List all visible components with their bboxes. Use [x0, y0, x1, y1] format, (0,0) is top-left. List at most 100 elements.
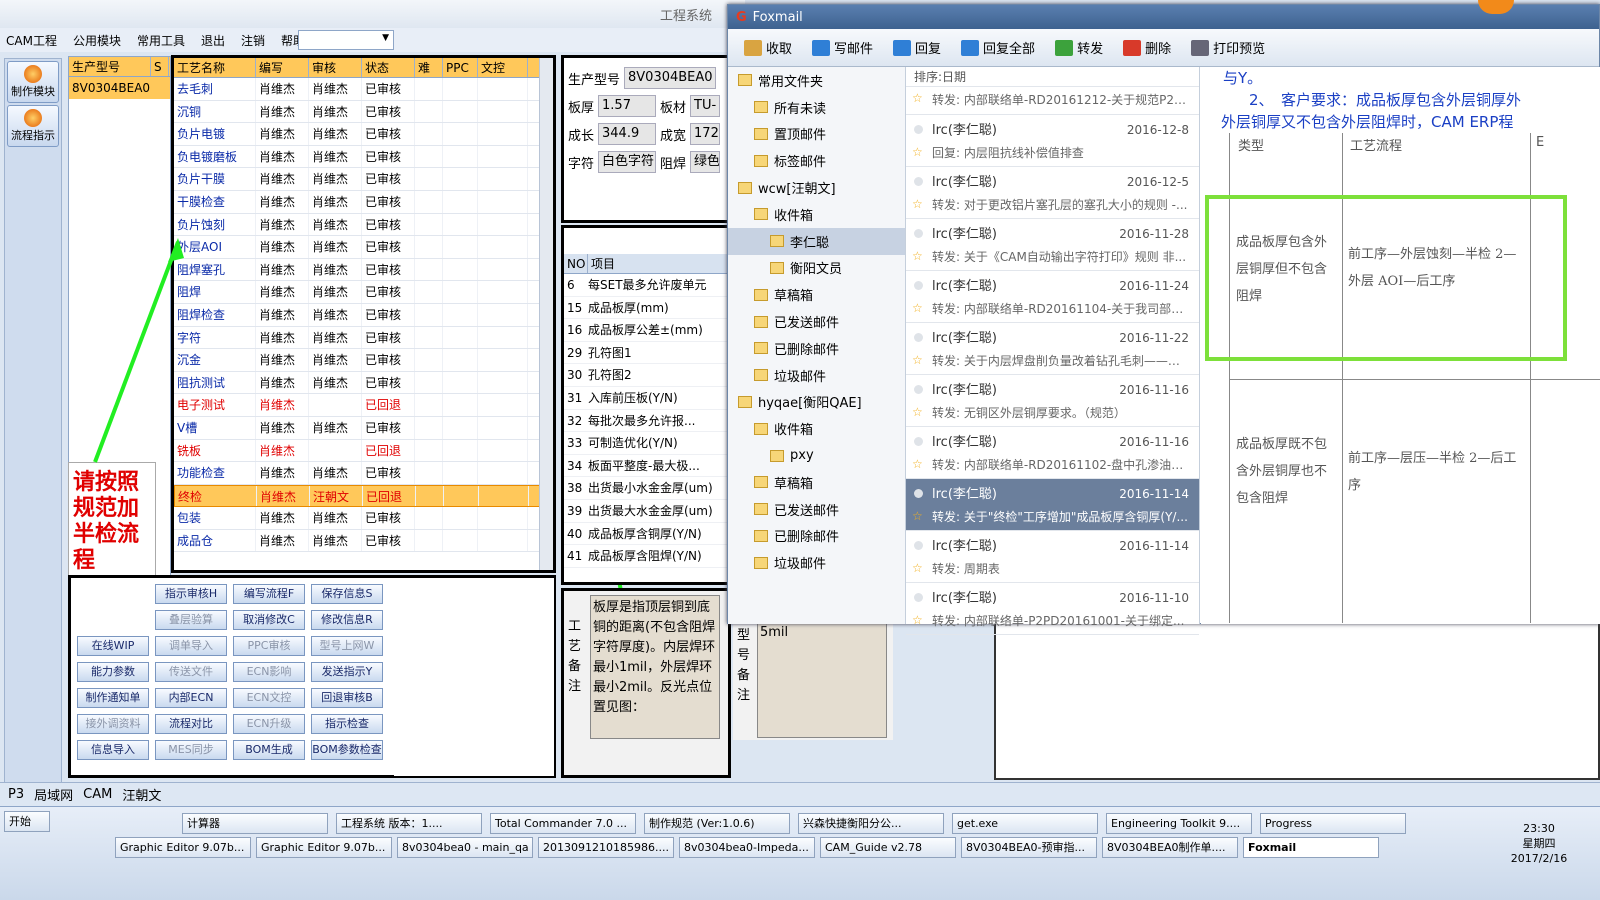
mail-item[interactable]: ☆ 转发: 内部联络单-RD20161212-关于规范P2厂...	[906, 87, 1199, 115]
toolbar-5-button[interactable]: 删除	[1123, 38, 1171, 57]
action-button[interactable]: 指示审核H	[155, 584, 227, 604]
action-button[interactable]: PPC审核	[233, 636, 305, 656]
action-button[interactable]: 能力参数	[77, 662, 149, 682]
action-button[interactable]: 调单导入	[155, 636, 227, 656]
action-button[interactable]: BOM生成	[233, 740, 305, 760]
nav-flow-guide[interactable]: 流程指示	[7, 105, 59, 147]
mail-item[interactable]: ☆ lrc(李仁聪) 2016-11-16 转发: 无铜区外层铜厚要求。（规范）	[906, 375, 1199, 427]
process-row[interactable]: 阻焊 肖维杰 肖维杰 已审核	[174, 281, 553, 304]
process-row[interactable]: 负片蚀刻 肖维杰 肖维杰 已审核	[174, 213, 553, 237]
param-row[interactable]: 30 孔符图2	[564, 364, 728, 387]
start-button[interactable]: 开始	[4, 811, 50, 832]
action-button[interactable]: 编写流程F	[233, 584, 305, 604]
folder-item[interactable]: 垃圾邮件	[728, 362, 905, 389]
col-item[interactable]: 项目	[588, 254, 728, 273]
folder-item[interactable]: hyqae[衡阳QAE]	[728, 389, 905, 416]
process-row[interactable]: 干膜检查 肖维杰 肖维杰 已审核	[174, 190, 553, 214]
star-icon[interactable]: ☆	[912, 197, 923, 211]
process-row[interactable]: 去毛刺 肖维杰 肖维杰 已审核	[174, 78, 553, 101]
action-button[interactable]: 信息导入	[77, 740, 149, 760]
folder-item[interactable]: 已删除邮件	[728, 523, 905, 550]
taskbar-item[interactable]: 制作规范 (Ver:1.0.6)	[644, 813, 790, 834]
process-scrollbar[interactable]	[539, 58, 553, 570]
taskbar-item[interactable]: Total Commander 7.0 ...	[490, 813, 636, 834]
folder-item[interactable]: 已删除邮件	[728, 335, 905, 362]
action-button[interactable]: MES同步	[155, 740, 227, 760]
star-icon[interactable]: ☆	[912, 249, 923, 263]
param-row[interactable]: 15 成品板厚(mm)	[564, 297, 728, 320]
folder-item[interactable]: wcw[汪朝文]	[728, 174, 905, 201]
menu-item[interactable]: 退出	[201, 32, 225, 49]
model-field[interactable]: 8V0304BEA0	[624, 67, 717, 89]
folder-item[interactable]: 已发送邮件	[728, 496, 905, 523]
star-icon[interactable]: ☆	[912, 457, 923, 471]
star-icon[interactable]: ☆	[912, 353, 923, 367]
toolbar-4-button[interactable]: 转发	[1055, 38, 1103, 57]
taskbar-item[interactable]: Progress	[1260, 813, 1406, 834]
status-item[interactable]: CAM	[83, 787, 112, 802]
star-icon[interactable]: ☆	[912, 561, 923, 575]
param-row[interactable]: 6 每SET最多允许废单元	[564, 274, 728, 297]
col-model[interactable]: 生产型号	[69, 57, 151, 76]
param-row[interactable]: 41 成品板厚含阻焊(Y/N)	[564, 545, 728, 568]
toolbar-6-button[interactable]: 打印预览	[1191, 38, 1265, 57]
mail-item[interactable]: ☆ lrc(李仁聪) 2016-11-24 转发: 内部联络单-RD20161104-…	[906, 271, 1199, 323]
len-field[interactable]: 344.9	[598, 123, 657, 145]
action-button[interactable]: 流程对比	[155, 714, 227, 734]
mail-item[interactable]: ☆ lrc(李仁聪) 2016-11-10 转发: 内部联络单-P2PD2016100…	[906, 583, 1199, 635]
model-row[interactable]: 8V0304BEA0	[69, 77, 170, 99]
taskbar-item[interactable]: 2013091210185986....	[538, 837, 674, 858]
process-row[interactable]: 终检 肖维杰 汪朝文 已回退	[174, 484, 553, 508]
folder-item[interactable]: 置顶邮件	[728, 121, 905, 148]
folder-item[interactable]: 草稿箱	[728, 281, 905, 308]
star-icon[interactable]: ☆	[912, 613, 923, 627]
process-row[interactable]: 外层AOI 肖维杰 肖维杰 已审核	[174, 236, 553, 259]
folder-item[interactable]: 收件箱	[728, 201, 905, 228]
action-button[interactable]: ECN文控	[233, 688, 305, 708]
action-button[interactable]: 回退审核B	[311, 688, 383, 708]
param-row[interactable]: 38 出货最小水金金厚(um)	[564, 477, 728, 500]
action-button[interactable]: 修改信息R	[311, 610, 383, 630]
process-row[interactable]: 成品仓 肖维杰 肖维杰 已审核	[174, 529, 553, 553]
remark-text[interactable]: 板厚是指顶层铜到底铜的距离(不包含阻焊字符厚度)。内层焊环最小1mil，外层焊环…	[590, 595, 720, 739]
action-button[interactable]: 传送文件	[155, 662, 227, 682]
col-header[interactable]: 状态	[362, 58, 415, 77]
sort-label[interactable]: 排序:日期	[906, 67, 1199, 87]
folder-item[interactable]: 标签邮件	[728, 147, 905, 174]
action-button[interactable]: 制作通知单	[77, 688, 149, 708]
action-button[interactable]: 保存信息S	[311, 584, 383, 604]
nav-make-module[interactable]: 制作模块	[7, 61, 59, 103]
process-row[interactable]: 负片电镀 肖维杰 肖维杰 已审核	[174, 123, 553, 146]
folder-item[interactable]: 草稿箱	[728, 469, 905, 496]
taskbar-item[interactable]: 兴森快捷衡阳分公...	[798, 813, 944, 834]
taskbar-item[interactable]: 8V0304BEA0制作单....	[1102, 837, 1238, 858]
toolbar-0-button[interactable]: 收取	[744, 38, 792, 57]
process-row[interactable]: 阻焊检查 肖维杰 肖维杰 已审核	[174, 303, 553, 327]
action-button[interactable]: 接外调资料	[77, 714, 149, 734]
taskbar-item[interactable]: 8V0304BEA0-预审指...	[961, 837, 1097, 858]
star-icon[interactable]: ☆	[912, 509, 923, 523]
action-button[interactable]: 内部ECN	[155, 688, 227, 708]
col-header[interactable]: PPC	[443, 58, 478, 77]
process-row[interactable]: 沉金 肖维杰 肖维杰 已审核	[174, 349, 553, 372]
mail-item[interactable]: ☆ lrc(李仁聪) 2016-11-22 转发: 关于内层焊盘削负量改着钻孔毛刺——…	[906, 323, 1199, 375]
mail-item[interactable]: ☆ lrc(李仁聪) 2016-11-14 转发: 关于"终检"工序增加"成品板厚含铜…	[906, 479, 1199, 531]
taskbar-item[interactable]: get.exe	[952, 813, 1098, 834]
menu-item[interactable]: CAM工程	[6, 32, 57, 49]
folder-item[interactable]: 衡阳文员	[728, 255, 905, 282]
folder-item[interactable]: 李仁聪	[728, 227, 905, 255]
col-header[interactable]: 难	[415, 58, 443, 77]
status-item[interactable]: P3	[8, 787, 24, 802]
process-row[interactable]: 功能检查 肖维杰 肖维杰 已审核	[174, 462, 553, 485]
action-button[interactable]: BOM参数检查	[311, 740, 383, 760]
toolbar-2-button[interactable]: 回复	[893, 38, 941, 57]
col-no[interactable]: NO	[564, 254, 588, 273]
folder-item[interactable]: pxy	[728, 442, 905, 469]
mail-item[interactable]: ☆ lrc(李仁聪) 2016-11-16 转发: 内部联络单-RD20161102-…	[906, 427, 1199, 479]
toolbar-1-button[interactable]: 写邮件	[812, 38, 873, 57]
menu-dropdown[interactable]: ▼	[298, 30, 394, 50]
menu-item[interactable]: 注销	[241, 32, 265, 49]
wid-field[interactable]: 172	[690, 123, 721, 145]
status-item[interactable]: 局域网	[34, 785, 73, 804]
process-row[interactable]: 沉铜 肖维杰 肖维杰 已审核	[174, 100, 553, 124]
